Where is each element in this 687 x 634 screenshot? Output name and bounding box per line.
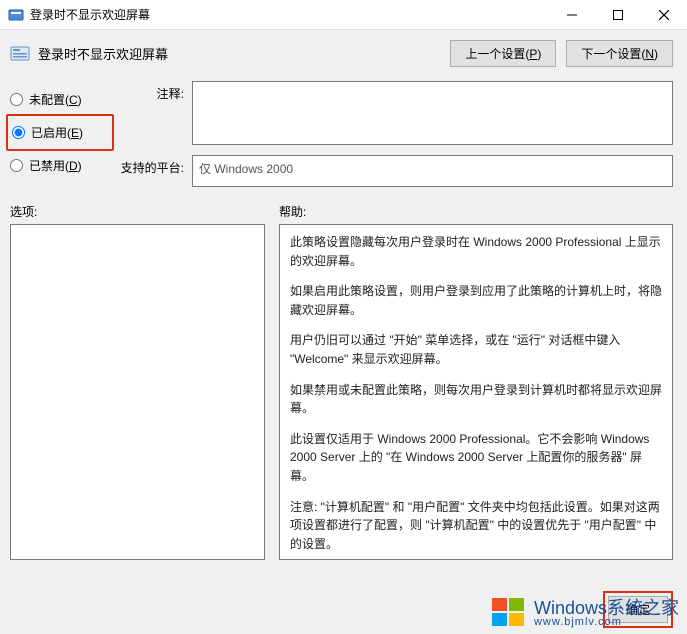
options-label: 选项: xyxy=(10,203,265,220)
platform-label: 支持的平台: xyxy=(118,155,184,176)
policy-title: 登录时不显示欢迎屏幕 xyxy=(38,44,450,63)
help-paragraph: 如果禁用或未配置此策略，则每次用户登录到计算机时都将显示欢迎屏幕。 xyxy=(290,381,662,418)
platform-field: 支持的平台: 仅 Windows 2000 xyxy=(118,155,673,187)
radio-enabled-input[interactable] xyxy=(12,126,25,139)
window-title: 登录时不显示欢迎屏幕 xyxy=(30,6,549,23)
help-label: 帮助: xyxy=(279,203,673,220)
close-button[interactable] xyxy=(641,0,687,30)
app-icon xyxy=(8,7,24,23)
windows-logo-icon xyxy=(490,594,528,632)
ok-highlight: 确定 xyxy=(603,591,673,628)
help-paragraph: 此设置仅适用于 Windows 2000 Professional。它不会影响 … xyxy=(290,430,662,486)
next-setting-button[interactable]: 下一个设置(N) xyxy=(566,40,673,67)
config-area: 未配置(C) 已启用(E) 已禁用(D) 注释: 支持的平台: 仅 Window… xyxy=(0,73,687,189)
comment-label: 注释: xyxy=(118,81,184,102)
comment-field: 注释: xyxy=(118,81,673,145)
platform-value: 仅 Windows 2000 xyxy=(192,155,673,187)
enabled-highlight: 已启用(E) xyxy=(6,114,114,151)
radio-group: 未配置(C) 已启用(E) 已禁用(D) xyxy=(10,81,110,187)
radio-disabled-input[interactable] xyxy=(10,159,23,172)
titlebar: 登录时不显示欢迎屏幕 xyxy=(0,0,687,30)
prev-setting-button[interactable]: 上一个设置(P) xyxy=(450,40,556,67)
help-paragraph: 如果启用此策略设置，则用户登录到应用了此策略的计算机上时，将隐藏欢迎屏幕。 xyxy=(290,282,662,319)
radio-not-configured-input[interactable] xyxy=(10,93,23,106)
comment-input[interactable] xyxy=(192,81,673,145)
radio-enabled[interactable]: 已启用(E) xyxy=(12,124,108,141)
options-box xyxy=(10,224,265,560)
header: 登录时不显示欢迎屏幕 上一个设置(P) 下一个设置(N) xyxy=(0,30,687,73)
ok-button[interactable]: 确定 xyxy=(608,596,668,623)
radio-disabled-label[interactable]: 已禁用(D) xyxy=(29,157,82,174)
minimize-button[interactable] xyxy=(549,0,595,30)
help-paragraph: 用户仍旧可以通过 "开始" 菜单选择，或在 "运行" 对话框中键入 "Welco… xyxy=(290,331,662,368)
radio-not-configured[interactable]: 未配置(C) xyxy=(10,91,110,108)
radio-disabled[interactable]: 已禁用(D) xyxy=(10,157,110,174)
window-controls xyxy=(549,0,687,30)
policy-icon xyxy=(10,44,30,64)
help-paragraph: 注意: "计算机配置" 和 "用户配置" 文件夹中均包括此设置。如果对这两项设置… xyxy=(290,498,662,554)
radio-not-configured-label[interactable]: 未配置(C) xyxy=(29,91,82,108)
lower-area: 选项: 帮助: 此策略设置隐藏每次用户登录时在 Windows 2000 Pro… xyxy=(0,189,687,560)
help-paragraph: 此策略设置隐藏每次用户登录时在 Windows 2000 Professiona… xyxy=(290,233,662,270)
radio-enabled-label[interactable]: 已启用(E) xyxy=(31,124,83,141)
footer: 确定 xyxy=(603,591,673,628)
help-box: 此策略设置隐藏每次用户登录时在 Windows 2000 Professiona… xyxy=(279,224,673,560)
maximize-button[interactable] xyxy=(595,0,641,30)
